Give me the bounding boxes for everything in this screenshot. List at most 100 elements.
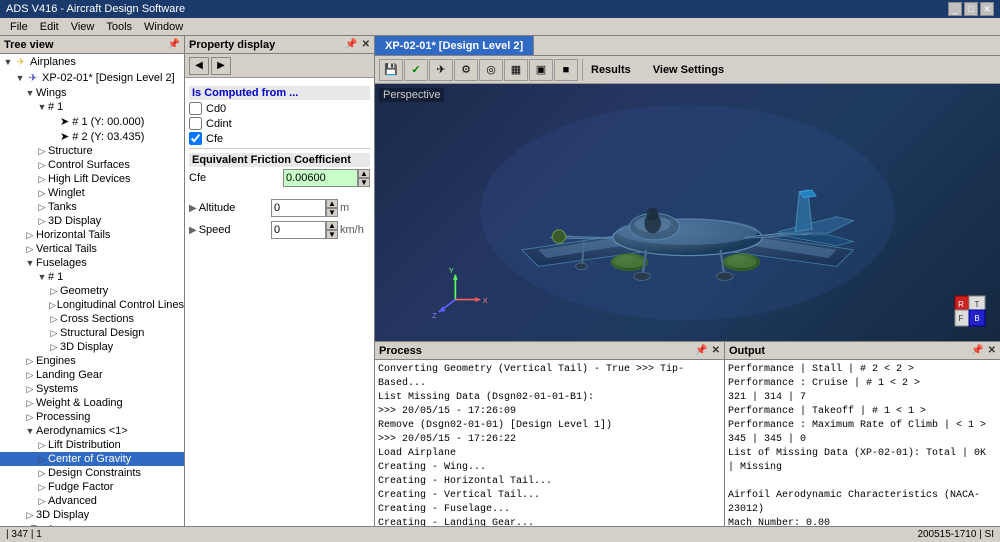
tree-node-aero[interactable]: ▼ Aerodynamics <1> bbox=[0, 424, 184, 438]
tree-node-structure[interactable]: ▷ Structure bbox=[0, 144, 184, 158]
prop-back-button[interactable]: ◀ bbox=[189, 57, 209, 75]
status-right: 200515-1710 | SI bbox=[917, 529, 994, 540]
tree-content[interactable]: ▼ ✈ Airplanes ▼ ✈ XP-02-01* [Design Leve… bbox=[0, 54, 184, 526]
altitude-spin-up[interactable]: ▲ bbox=[326, 199, 338, 208]
tree-node-3ddisplay[interactable]: ▷ 3D Display bbox=[0, 214, 184, 228]
tree-node-3ddisplay3[interactable]: ▷ 3D Display bbox=[0, 508, 184, 522]
property-header: Property display 📌 ✕ bbox=[185, 36, 374, 54]
tree-node-weightloading[interactable]: ▷ Weight & Loading bbox=[0, 396, 184, 410]
speed-input[interactable] bbox=[271, 221, 326, 239]
speed-unit: km/h bbox=[340, 224, 370, 236]
plane-toolbar-button[interactable]: ✈ bbox=[429, 59, 453, 81]
speed-spin-up[interactable]: ▲ bbox=[326, 221, 338, 230]
tree-node-fudge[interactable]: ▷ Fudge Factor bbox=[0, 480, 184, 494]
tree-node-landinggear[interactable]: ▷ Landing Gear bbox=[0, 368, 184, 382]
tree-node-verttails[interactable]: ▷ Vertical Tails bbox=[0, 242, 184, 256]
tree-panel: Tree view 📌 ▼ ✈ Airplanes ▼ ✈ XP-02-01* … bbox=[0, 36, 185, 526]
tree-node-crosssections[interactable]: ▷ Cross Sections bbox=[0, 312, 184, 326]
cdint-checkbox[interactable] bbox=[189, 117, 202, 130]
menu-edit[interactable]: Edit bbox=[34, 20, 65, 34]
tree-node-systems[interactable]: ▷ Systems bbox=[0, 382, 184, 396]
tree-node-xp0201[interactable]: ▼ ✈ XP-02-01* [Design Level 2] bbox=[0, 70, 184, 86]
altitude-input[interactable] bbox=[271, 199, 326, 217]
minimize-button[interactable]: _ bbox=[948, 2, 962, 16]
cd0-row: Cd0 bbox=[189, 102, 370, 115]
tree-node-fus1[interactable]: ▼ # 1 bbox=[0, 270, 184, 284]
check-toolbar-button[interactable]: ✓ bbox=[404, 59, 428, 81]
process-content[interactable]: Converting Geometry (Vertical Tail) - Tr… bbox=[375, 360, 724, 526]
speed-spin-down[interactable]: ▼ bbox=[326, 230, 338, 239]
right-panel: XP-02-01* [Design Level 2] 💾 ✓ ✈ ⚙ ◎ ▦ ▣… bbox=[375, 36, 1000, 526]
tree-node-1[interactable]: ▼ # 1 bbox=[0, 100, 184, 114]
svg-text:T: T bbox=[975, 300, 980, 309]
menu-window[interactable]: Window bbox=[138, 20, 189, 34]
circle-toolbar-button[interactable]: ◎ bbox=[479, 59, 503, 81]
tree-node-airplanes[interactable]: ▼ ✈ Airplanes bbox=[0, 54, 184, 70]
cfe-input[interactable] bbox=[283, 169, 358, 187]
tree-node-structdesign[interactable]: ▷ Structural Design bbox=[0, 326, 184, 340]
speed-section-header[interactable]: ▶ Speed ▲ ▼ km/h bbox=[189, 219, 370, 241]
tree-node-processing[interactable]: ▷ Processing bbox=[0, 410, 184, 424]
tree-node-engines[interactable]: ▷ Engines bbox=[0, 354, 184, 368]
cdint-row: Cdint bbox=[189, 117, 370, 130]
tree-node-controlsurfaces[interactable]: ▷ Control Surfaces bbox=[0, 158, 184, 172]
altitude-section-header[interactable]: ▶ Altitude ▲ ▼ m bbox=[189, 197, 370, 219]
output-pin-button[interactable]: 📌 bbox=[971, 345, 983, 356]
cfe-checkbox[interactable] bbox=[189, 132, 202, 145]
menu-file[interactable]: File bbox=[4, 20, 34, 34]
axis-cube: R T F B bbox=[950, 291, 990, 331]
tree-node-cog[interactable]: ▷ Center of Gravity bbox=[0, 452, 184, 466]
property-toolbar: ◀ ▶ bbox=[185, 54, 374, 78]
cd0-checkbox[interactable] bbox=[189, 102, 202, 115]
tree-node-liftdist[interactable]: ▷ Lift Distribution bbox=[0, 438, 184, 452]
altitude-spin-down[interactable]: ▼ bbox=[326, 208, 338, 217]
tree-node-longcl[interactable]: ▷ Longitudinal Control Lines bbox=[0, 298, 184, 312]
cfe-spin-down[interactable]: ▼ bbox=[358, 178, 370, 187]
cfe-checkbox-row: Cfe bbox=[189, 132, 370, 145]
main-layout: Tree view 📌 ▼ ✈ Airplanes ▼ ✈ XP-02-01* … bbox=[0, 36, 1000, 526]
process-close-button[interactable]: ✕ bbox=[712, 345, 720, 356]
view-toolbar: 💾 ✓ ✈ ⚙ ◎ ▦ ▣ ■ Results View Settings bbox=[375, 56, 1000, 84]
view-area: XP-02-01* [Design Level 2] 💾 ✓ ✈ ⚙ ◎ ▦ ▣… bbox=[375, 36, 1000, 341]
tree-pin-button[interactable]: 📌 bbox=[168, 39, 180, 50]
tree-node-pt2[interactable]: ▷ ➤ # 2 (Y: 03.435) bbox=[0, 129, 184, 144]
gear-toolbar-button[interactable]: ⚙ bbox=[454, 59, 478, 81]
aircraft-svg: X Y Z bbox=[375, 84, 1000, 341]
tree-node-designconst[interactable]: ▷ Design Constraints bbox=[0, 466, 184, 480]
close-button[interactable]: ✕ bbox=[980, 2, 994, 16]
save-toolbar-button[interactable]: 💾 bbox=[379, 59, 403, 81]
view-tab-main[interactable]: XP-02-01* [Design Level 2] bbox=[375, 36, 534, 55]
tree-node-horiztails[interactable]: ▷ Horizontal Tails bbox=[0, 228, 184, 242]
altitude-spinners: ▲ ▼ bbox=[326, 199, 338, 217]
maximize-button[interactable]: □ bbox=[964, 2, 978, 16]
menu-view[interactable]: View bbox=[65, 20, 101, 34]
tree-node-highlift[interactable]: ▷ High Lift Devices bbox=[0, 172, 184, 186]
prop-forward-button[interactable]: ▶ bbox=[211, 57, 231, 75]
tree-node-3ddisplay2[interactable]: ▷ 3D Display bbox=[0, 340, 184, 354]
property-close-button[interactable]: ✕ bbox=[362, 39, 370, 50]
box-toolbar-button[interactable]: ▣ bbox=[529, 59, 553, 81]
tree-node-pt1[interactable]: ▷ ➤ # 1 (Y: 00.000) bbox=[0, 114, 184, 129]
fill-toolbar-button[interactable]: ■ bbox=[554, 59, 578, 81]
menu-tools[interactable]: Tools bbox=[100, 20, 138, 34]
tree-node-fuselages[interactable]: ▼ Fuselages bbox=[0, 256, 184, 270]
is-computed-section: Is Computed from ... Cd0 Cdint Cfe bbox=[189, 86, 370, 145]
tree-node-geometry[interactable]: ▷ Geometry bbox=[0, 284, 184, 298]
tree-node-winglet[interactable]: ▷ Winglet bbox=[0, 186, 184, 200]
cfe-spin-up[interactable]: ▲ bbox=[358, 169, 370, 178]
title-bar: ADS V416 - Aircraft Design Software _ □ … bbox=[0, 0, 1000, 18]
property-header-label: Property display bbox=[189, 39, 275, 51]
tree-node-tanks[interactable]: ▷ Tanks bbox=[0, 200, 184, 214]
grid-toolbar-button[interactable]: ▦ bbox=[504, 59, 528, 81]
process-header-label: Process bbox=[379, 345, 422, 357]
property-pin-button[interactable]: 📌 bbox=[345, 39, 357, 50]
svg-text:X: X bbox=[483, 296, 488, 305]
tree-node-wings[interactable]: ▼ Wings bbox=[0, 86, 184, 100]
folder-icon: ✈ bbox=[14, 55, 28, 69]
output-content[interactable]: Performance | Stall | # 2 < 2 > Performa… bbox=[725, 360, 1000, 526]
process-panel: Process 📌 ✕ Converting Geometry (Vertica… bbox=[375, 342, 725, 526]
3d-viewport[interactable]: Perspective bbox=[375, 84, 1000, 341]
tree-node-advanced[interactable]: ▷ Advanced bbox=[0, 494, 184, 508]
process-pin-button[interactable]: 📌 bbox=[695, 345, 707, 356]
output-close-button[interactable]: ✕ bbox=[988, 345, 996, 356]
